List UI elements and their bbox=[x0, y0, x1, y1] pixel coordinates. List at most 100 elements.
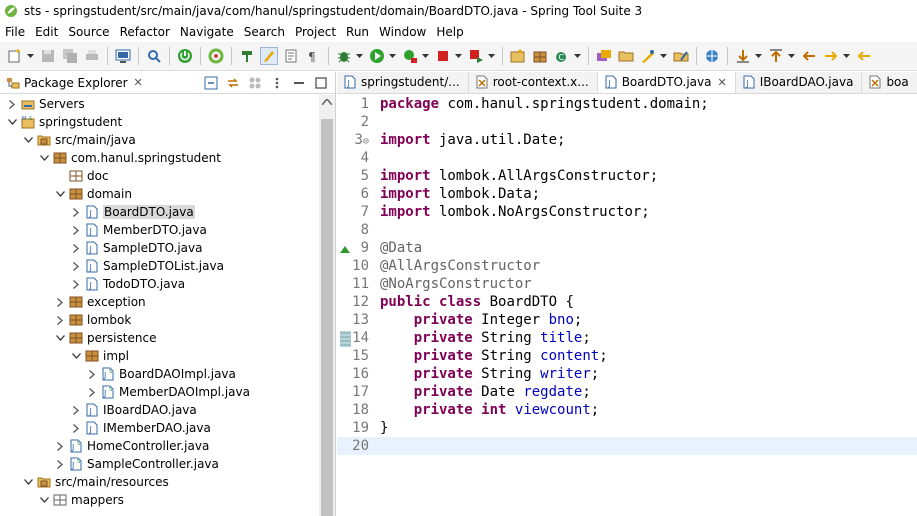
tree-item[interactable]: domain bbox=[0, 185, 319, 203]
run-external-icon[interactable] bbox=[401, 47, 419, 65]
close-icon[interactable]: ✕ bbox=[717, 76, 726, 89]
chevron-right-icon[interactable] bbox=[70, 404, 82, 416]
launch-server-dropdown[interactable] bbox=[487, 47, 495, 65]
save-all-icon[interactable] bbox=[61, 47, 79, 65]
tree-item[interactable]: M Sspringstudent bbox=[0, 113, 319, 131]
chevron-right-icon[interactable] bbox=[54, 458, 66, 470]
tree-item[interactable]: mappers bbox=[0, 491, 319, 509]
edit-icon[interactable] bbox=[672, 47, 690, 65]
menu-project[interactable]: Project bbox=[290, 25, 341, 39]
mark-occurrences-icon[interactable] bbox=[260, 47, 278, 65]
tree-item[interactable]: J S HomeController.java bbox=[0, 437, 319, 455]
new-dropdown[interactable] bbox=[26, 47, 34, 65]
chevron-right-icon[interactable] bbox=[54, 440, 66, 452]
run-dropdown[interactable] bbox=[388, 47, 396, 65]
console-icon[interactable] bbox=[114, 47, 132, 65]
tree-vertical-scrollbar[interactable] bbox=[319, 95, 335, 516]
open-perspective-icon[interactable] bbox=[595, 47, 613, 65]
menu-search[interactable]: Search bbox=[239, 25, 290, 39]
chevron-down-icon[interactable] bbox=[38, 494, 50, 506]
tree-item[interactable]: J S SampleController.java bbox=[0, 455, 319, 473]
chevron-right-icon[interactable] bbox=[54, 314, 66, 326]
new-class-icon[interactable]: C bbox=[553, 47, 571, 65]
tree-item[interactable]: J IMemberDAO.java bbox=[0, 419, 319, 437]
last-edit-icon[interactable] bbox=[800, 47, 818, 65]
save-icon[interactable] bbox=[39, 47, 57, 65]
focus-task-icon[interactable] bbox=[247, 75, 263, 91]
override-marker-icon[interactable] bbox=[340, 242, 350, 258]
editor-tab[interactable]: J BoardDTO.java ✕ bbox=[597, 72, 736, 93]
chevron-right-icon[interactable] bbox=[86, 386, 98, 398]
back-icon[interactable] bbox=[822, 47, 840, 65]
print-icon[interactable] bbox=[83, 47, 101, 65]
chevron-down-icon[interactable] bbox=[54, 188, 66, 200]
globe-icon[interactable] bbox=[703, 47, 721, 65]
tree-item[interactable]: impl bbox=[0, 347, 319, 365]
debug-dropdown[interactable] bbox=[355, 47, 363, 65]
tree-item[interactable]: src/main/resources bbox=[0, 473, 319, 491]
chevron-down-icon[interactable] bbox=[6, 116, 18, 128]
chevron-right-icon[interactable] bbox=[70, 242, 82, 254]
prev-annotation-icon[interactable] bbox=[767, 47, 785, 65]
chevron-down-icon[interactable] bbox=[22, 476, 34, 488]
search-icon[interactable] bbox=[145, 47, 163, 65]
menu-source[interactable]: Source bbox=[63, 25, 114, 39]
refresh-spring-icon[interactable] bbox=[207, 47, 225, 65]
tree-item[interactable]: J MemberDTO.java bbox=[0, 221, 319, 239]
new-java-project-icon[interactable] bbox=[509, 47, 527, 65]
tree-item[interactable]: com.hanul.springstudent bbox=[0, 149, 319, 167]
chevron-down-icon[interactable] bbox=[54, 332, 66, 344]
link-with-editor-icon[interactable] bbox=[225, 75, 241, 91]
block-selection-icon[interactable] bbox=[282, 47, 300, 65]
back-dropdown[interactable] bbox=[842, 47, 850, 65]
chevron-right-icon[interactable] bbox=[54, 296, 66, 308]
chevron-right-icon[interactable] bbox=[86, 368, 98, 380]
next-annotation-icon[interactable] bbox=[734, 47, 752, 65]
tree-item[interactable]: J S MemberDAOImpl.java bbox=[0, 383, 319, 401]
run-external-dropdown[interactable] bbox=[421, 47, 429, 65]
menu-edit[interactable]: Edit bbox=[30, 25, 63, 39]
open-task-icon[interactable] bbox=[639, 47, 657, 65]
open-folder-icon[interactable] bbox=[617, 47, 635, 65]
chevron-right-icon[interactable] bbox=[70, 278, 82, 290]
new-class-dropdown[interactable] bbox=[573, 47, 581, 65]
scroll-up-icon[interactable] bbox=[322, 99, 332, 105]
menu-run[interactable]: Run bbox=[341, 25, 374, 39]
chevron-right-icon[interactable] bbox=[70, 206, 82, 218]
scrollbar-thumb[interactable] bbox=[321, 119, 333, 516]
debug-icon[interactable] bbox=[335, 47, 353, 65]
maximize-icon[interactable] bbox=[313, 75, 329, 91]
tree-item[interactable]: persistence bbox=[0, 329, 319, 347]
new-package-icon[interactable] bbox=[531, 47, 549, 65]
stop-icon[interactable] bbox=[434, 47, 452, 65]
chevron-right-icon[interactable] bbox=[70, 422, 82, 434]
editor-tab[interactable]: Jspringstudent/... bbox=[337, 72, 469, 93]
open-type-icon[interactable] bbox=[238, 47, 256, 65]
menu-help[interactable]: Help bbox=[431, 25, 468, 39]
package-explorer-tab[interactable]: Package Explorer ✕ bbox=[0, 72, 149, 94]
chevron-right-icon[interactable] bbox=[70, 260, 82, 272]
chevron-down-icon[interactable] bbox=[38, 152, 50, 164]
close-icon[interactable]: ✕ bbox=[134, 76, 143, 89]
tree-item[interactable]: J S BoardDAOImpl.java bbox=[0, 365, 319, 383]
editor-tab[interactable]: root-context.x... bbox=[469, 72, 598, 93]
menu-navigate[interactable]: Navigate bbox=[175, 25, 239, 39]
stop-dropdown[interactable] bbox=[454, 47, 462, 65]
tree-item[interactable]: J IBoardDAO.java bbox=[0, 401, 319, 419]
minimize-icon[interactable] bbox=[291, 75, 307, 91]
boot-dashboard-icon[interactable] bbox=[176, 47, 194, 65]
new-icon[interactable] bbox=[6, 47, 24, 65]
tree-item[interactable]: J BoardDTO.java bbox=[0, 203, 319, 221]
chevron-down-icon[interactable] bbox=[70, 350, 82, 362]
show-whitespace-icon[interactable]: ¶ bbox=[304, 47, 322, 65]
open-task-dropdown[interactable] bbox=[659, 47, 667, 65]
tree-item[interactable]: doc bbox=[0, 167, 319, 185]
tree-item[interactable]: J TodoDTO.java bbox=[0, 275, 319, 293]
chevron-right-icon[interactable] bbox=[70, 224, 82, 236]
tree-item[interactable]: Servers bbox=[0, 95, 319, 113]
chevron-down-icon[interactable] bbox=[22, 134, 34, 146]
view-menu-icon[interactable] bbox=[269, 75, 285, 91]
menu-file[interactable]: File bbox=[0, 25, 30, 39]
forward-icon[interactable] bbox=[855, 47, 873, 65]
launch-server-icon[interactable] bbox=[467, 47, 485, 65]
